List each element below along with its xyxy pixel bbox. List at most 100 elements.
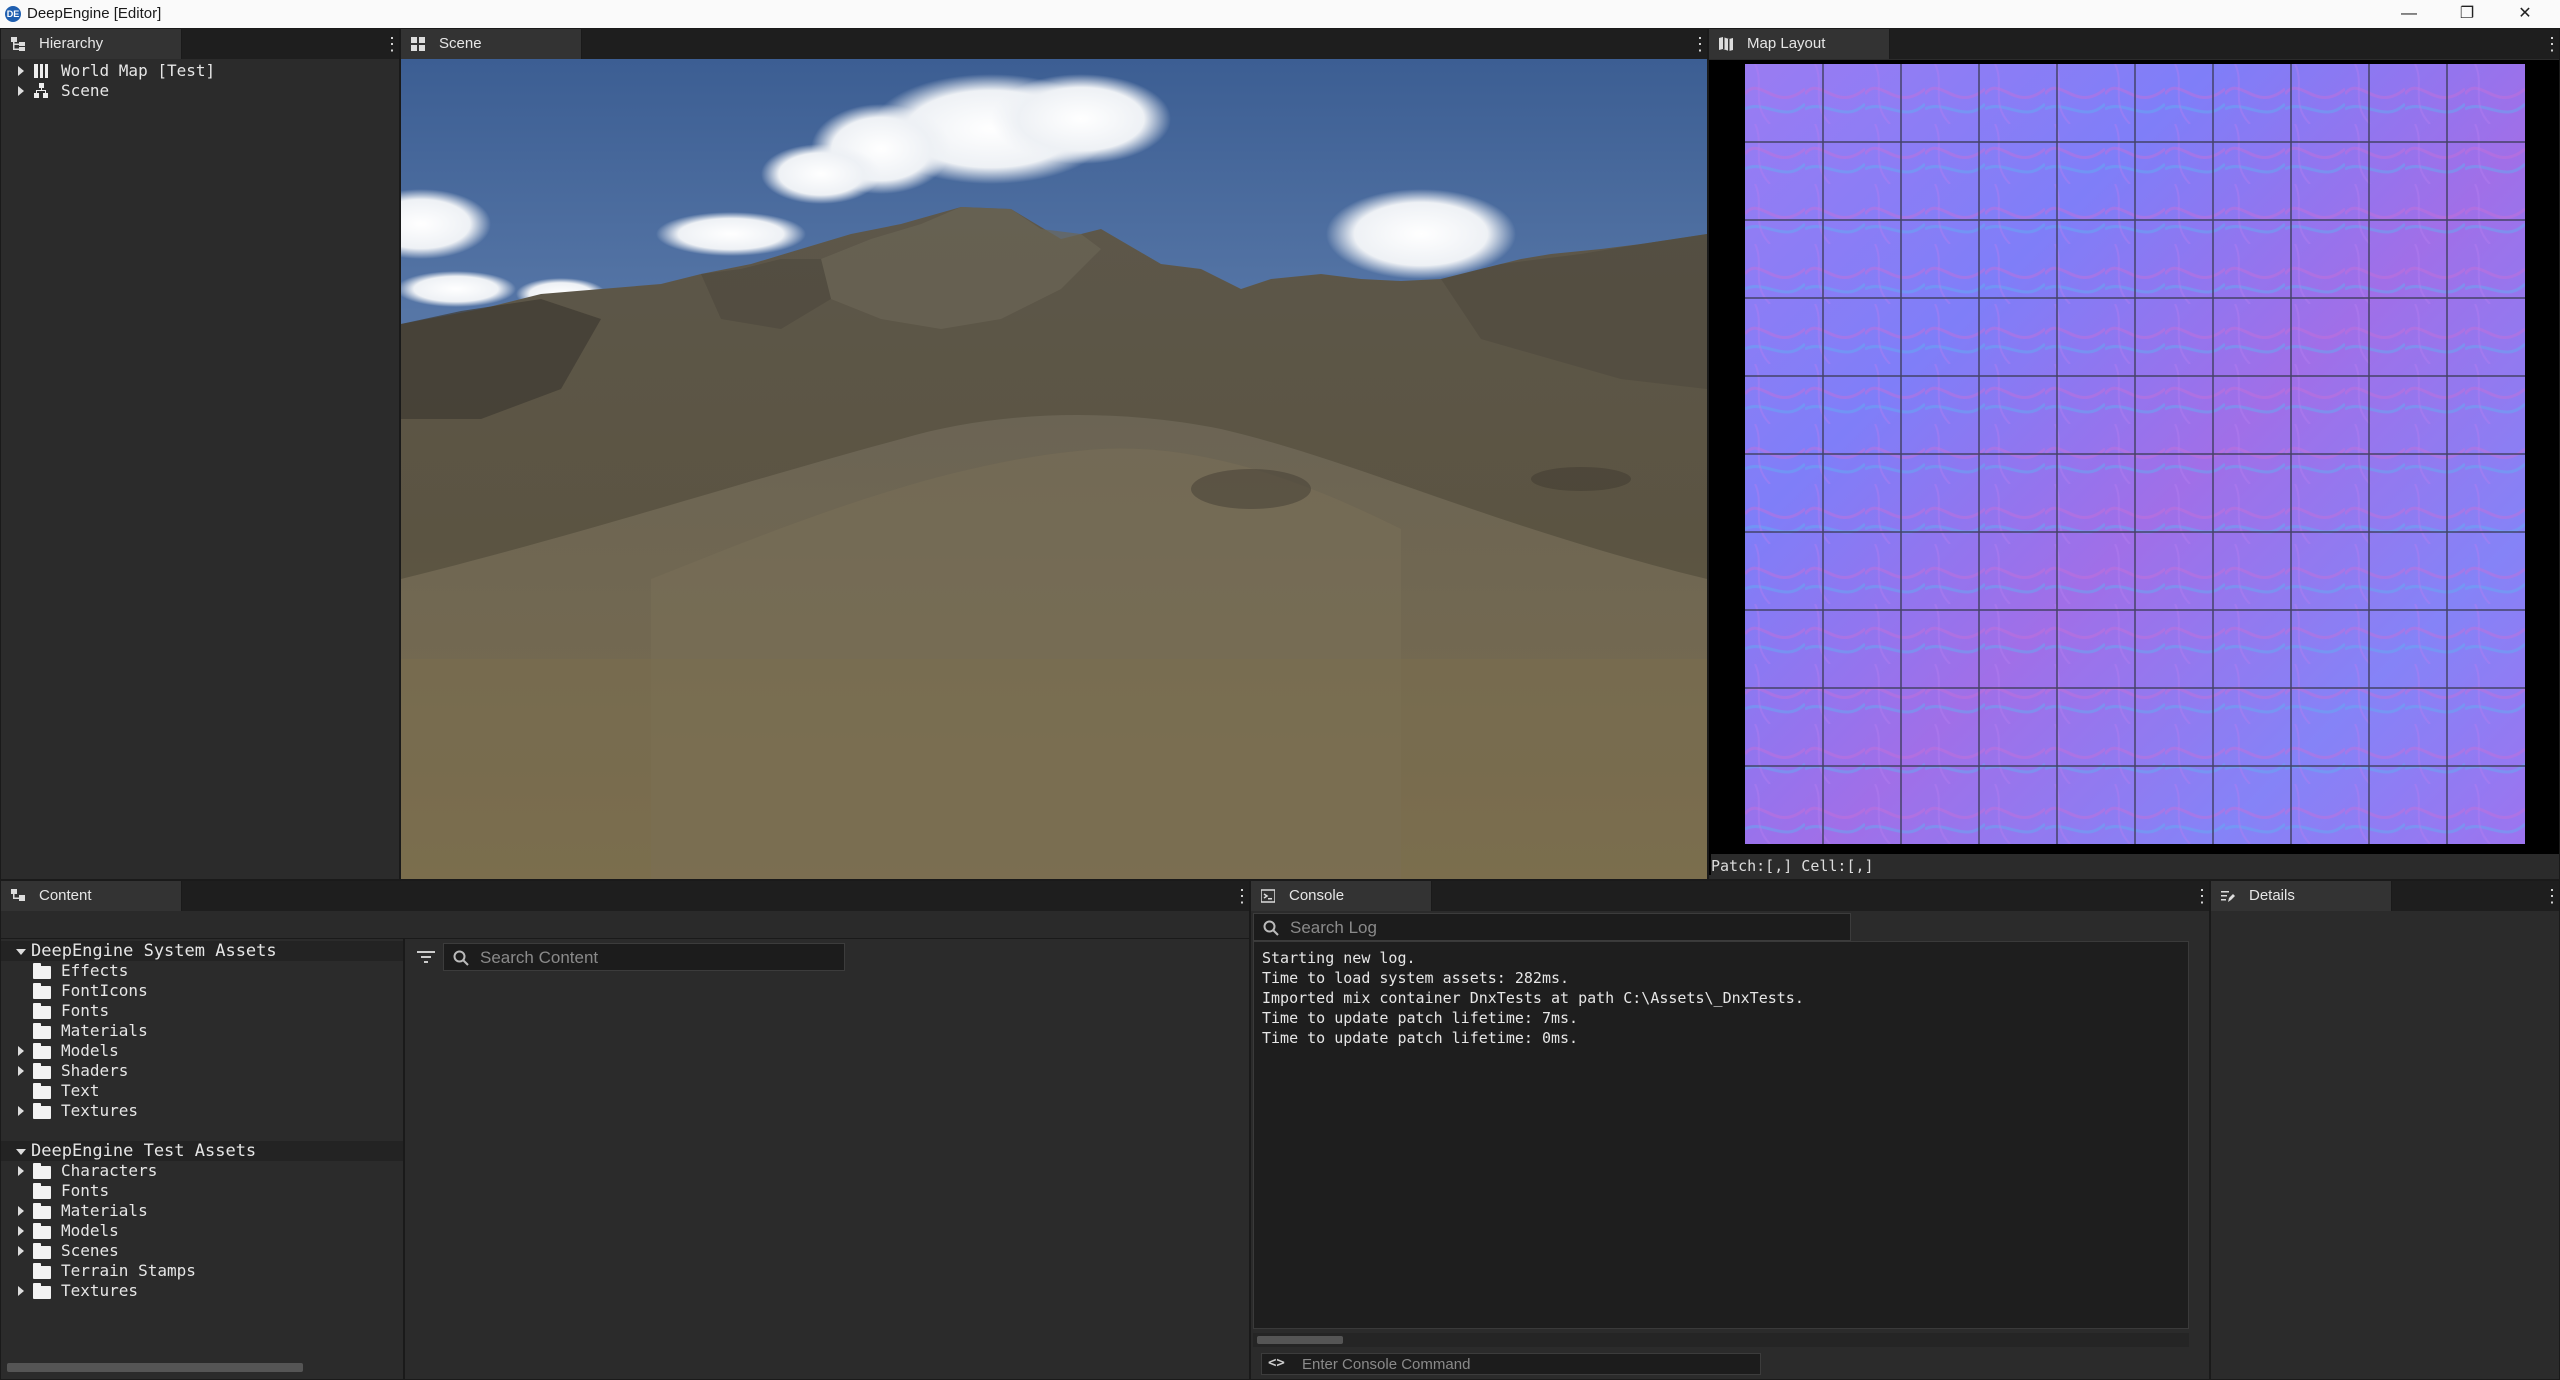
hierarchy-tabbar: Hierarchy ⋮ <box>1 29 401 59</box>
asset-group-header[interactable]: DeepEngine Test Assets <box>1 1141 403 1161</box>
folder-icon <box>33 983 51 999</box>
tab-console[interactable]: Console <box>1251 881 1432 911</box>
window-title: DeepEngine [Editor] <box>27 5 162 22</box>
console-menu-icon[interactable]: ⋮ <box>2193 886 2211 906</box>
map-layout-menu-icon[interactable]: ⋮ <box>2543 34 2560 54</box>
tab-details[interactable]: Details <box>2211 881 2392 911</box>
grid-icon <box>411 37 425 51</box>
details-menu-icon[interactable]: ⋮ <box>2543 886 2560 906</box>
folder-label: Models <box>61 1041 119 1060</box>
close-button[interactable]: ✕ <box>2496 0 2554 28</box>
folder-label: Textures <box>61 1281 139 1300</box>
folder-label: Text <box>61 1081 100 1100</box>
expand-icon[interactable] <box>18 1226 24 1236</box>
hierarchy-item[interactable]: World Map [Test] <box>1 61 399 81</box>
console-command-input[interactable]: <> Enter Console Command <box>1261 1353 1761 1375</box>
folder-label: Scenes <box>61 1241 119 1260</box>
scene-viewport[interactable] <box>401 59 1707 879</box>
asset-group-label: DeepEngine Test Assets <box>31 1141 257 1161</box>
collapse-icon[interactable] <box>16 1149 26 1155</box>
folder-label: Shaders <box>61 1061 129 1080</box>
expand-icon[interactable] <box>18 1246 24 1256</box>
tab-console-label: Console <box>1289 887 1345 904</box>
console-search-placeholder: Search Log <box>1290 918 1377 937</box>
minimize-button[interactable]: — <box>2380 0 2438 28</box>
app-logo-icon: DE <box>5 6 21 22</box>
hierarchy-item[interactable]: Scene <box>1 81 399 101</box>
folder-label: Materials <box>61 1021 148 1040</box>
tab-content[interactable]: Content <box>1 881 182 911</box>
scene-menu-icon[interactable]: ⋮ <box>1691 34 1709 54</box>
log-line: Time to load system assets: 282ms. <box>1262 969 1570 987</box>
content-search-input[interactable]: Search Content <box>443 943 845 971</box>
tab-map-layout[interactable]: Map Layout <box>1709 29 1890 59</box>
folder-icon <box>33 1063 51 1079</box>
folder-label: Characters <box>61 1161 158 1180</box>
scene-tabbar: Scene ⋮ <box>401 29 1709 59</box>
expand-icon[interactable] <box>18 66 24 76</box>
tab-content-label: Content <box>39 887 92 904</box>
collapse-icon[interactable] <box>16 949 26 955</box>
expand-icon[interactable] <box>18 1206 24 1216</box>
folder-icon <box>33 1103 51 1119</box>
log-line: Imported mix container DnxTests at path … <box>1262 989 1804 1007</box>
tree-scrollbar[interactable] <box>7 1363 303 1372</box>
folder-label: FontIcons <box>61 981 148 1000</box>
title-bar: DE DeepEngine [Editor] — ❐ ✕ <box>0 0 2560 28</box>
folder-label: Textures <box>61 1101 139 1120</box>
tab-scene[interactable]: Scene <box>401 29 582 59</box>
console-command-placeholder: Enter Console Command <box>1302 1356 1471 1373</box>
hierarchy-menu-icon[interactable]: ⋮ <box>383 34 401 54</box>
folder-label: Models <box>61 1221 119 1240</box>
content-tabbar: Content ⋮ <box>1 881 1251 911</box>
expand-icon[interactable] <box>18 1286 24 1296</box>
folder-icon <box>33 1163 51 1179</box>
tab-scene-label: Scene <box>439 35 482 52</box>
asset-group-label: DeepEngine System Assets <box>31 941 277 961</box>
scene-panel: Scene ⋮ <box>400 28 1709 880</box>
folder-label: Materials <box>61 1201 148 1220</box>
console-scroll-track <box>1253 1333 2189 1347</box>
console-tabbar: Console ⋮ <box>1251 881 2211 911</box>
search-icon <box>1263 920 1279 936</box>
tab-details-label: Details <box>2249 887 2295 904</box>
content-toolbar <box>1 911 1249 939</box>
content-tree: DeepEngine System Assets Effects FontIco… <box>1 939 405 1379</box>
hierarchy-item-label: World Map [Test] <box>61 61 216 80</box>
details-panel: Details ⋮ <box>2210 880 2560 1380</box>
asset-group-header[interactable]: DeepEngine System Assets <box>1 941 403 961</box>
filter-icon[interactable] <box>417 949 435 965</box>
expand-icon[interactable] <box>18 1066 24 1076</box>
expand-icon[interactable] <box>18 86 24 96</box>
details-icon <box>2221 891 2235 902</box>
search-icon <box>453 950 469 966</box>
restore-button[interactable]: ❐ <box>2438 0 2496 28</box>
console-log[interactable]: Starting new log. Time to load system as… <box>1253 941 2189 1329</box>
details-tabbar: Details ⋮ <box>2211 881 2560 911</box>
normal-map-grid[interactable] <box>1745 64 2525 844</box>
hierarchy-icon <box>11 37 25 51</box>
folder-label: Effects <box>61 961 129 980</box>
folder-icon <box>33 1263 51 1279</box>
expand-icon[interactable] <box>18 1166 24 1176</box>
code-icon: <> <box>1268 1355 1285 1371</box>
folder-icon <box>33 1183 51 1199</box>
content-panel: Content ⋮ DeepEngine System Assets Effec… <box>0 880 1251 1380</box>
map-status-text: Patch:[,] Cell:[,] <box>1711 854 2559 878</box>
expand-icon[interactable] <box>18 1106 24 1116</box>
console-search-input[interactable]: Search Log <box>1253 913 1851 941</box>
console-scrollbar[interactable] <box>1257 1336 1343 1344</box>
log-line: Time to update patch lifetime: 7ms. <box>1262 1009 1579 1027</box>
map-icon <box>34 64 48 78</box>
folder-icon <box>33 1003 51 1019</box>
folder-icon <box>33 1283 51 1299</box>
folder-icon <box>33 1203 51 1219</box>
tab-hierarchy[interactable]: Hierarchy <box>1 29 182 59</box>
folder-icon <box>33 1043 51 1059</box>
map-layout-tabbar: Map Layout ⋮ <box>1709 29 2560 59</box>
expand-icon[interactable] <box>18 1046 24 1056</box>
content-menu-icon[interactable]: ⋮ <box>1233 886 1251 906</box>
tab-hierarchy-label: Hierarchy <box>39 35 104 52</box>
content-search-placeholder: Search Content <box>480 948 599 967</box>
console-icon <box>1261 889 1275 903</box>
